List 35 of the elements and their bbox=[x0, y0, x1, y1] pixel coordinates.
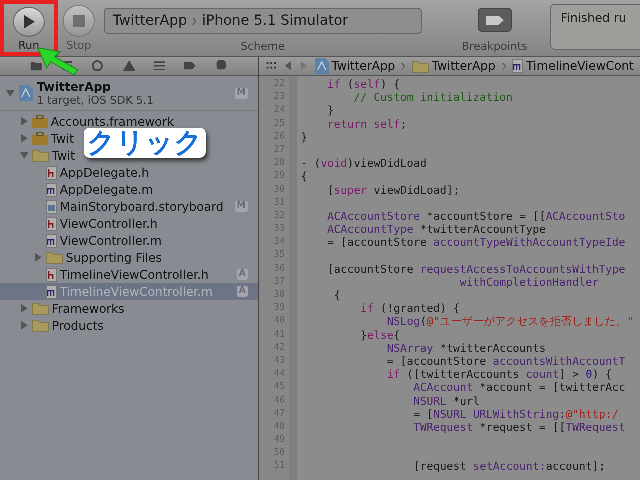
code-line: NSArray *twitterAccounts bbox=[386, 342, 546, 355]
code-line: // Custom initialization bbox=[352, 91, 513, 104]
code-line: { bbox=[301, 170, 308, 184]
code-line: = [accountStore accountTypeWithAccountTypeIde bbox=[326, 236, 626, 250]
code-line: TWRequest *request = [[TWRequest bbox=[412, 420, 626, 434]
code-line: [super viewDidLoad]; bbox=[326, 184, 460, 197]
code-line: if ([twitterAccounts count] > 0) { bbox=[386, 368, 612, 382]
code-line: ACAccount *account = [twitterAcc bbox=[412, 381, 626, 394]
code-line: [accountStore requestAccessToAccountsWithType bbox=[326, 262, 626, 276]
code-line: { bbox=[333, 289, 341, 302]
code-line: if (self) { bbox=[326, 78, 400, 92]
code-line: ACAccountStore *accountStore = [[ACAccountSto bbox=[326, 210, 626, 224]
code-line: - (void)viewDidLoad bbox=[301, 157, 427, 170]
project-subtitle: 1 target, iOS SDK 5.1 bbox=[37, 94, 155, 106]
code-line: NSURL *url bbox=[412, 394, 480, 408]
activity-status: Finished ru bbox=[550, 4, 640, 50]
code-line: if (!granted) { bbox=[360, 302, 460, 316]
click-annotation-tooltip: クリック bbox=[84, 128, 206, 158]
code-line: = [NSURL URLWithString:@"http:/ bbox=[412, 408, 619, 421]
code-line: withCompletionHandler bbox=[458, 276, 600, 289]
code-line: return self; bbox=[326, 118, 407, 131]
status-badge: A bbox=[237, 286, 248, 297]
code-line: NSLog(@"ユーザーがアクセスを拒否しました。" bbox=[386, 315, 634, 329]
code-line: [request setAccount:account]; bbox=[412, 460, 606, 474]
status-badge: M bbox=[235, 201, 248, 212]
project-name: TwitterApp bbox=[37, 80, 112, 94]
code-line: ACAccountType *twitterAccountType bbox=[326, 223, 546, 236]
scheme-label: Scheme bbox=[240, 40, 286, 53]
code-line: } bbox=[326, 104, 334, 118]
status-badge: M bbox=[235, 88, 248, 98]
breakpoints-label: Breakpoints bbox=[462, 40, 528, 53]
code-line: } bbox=[301, 130, 308, 144]
code-line: }else{ bbox=[360, 328, 400, 342]
code-line: = [accountStore accountsWithAccountT bbox=[386, 354, 626, 368]
status-badge: A bbox=[237, 269, 248, 280]
